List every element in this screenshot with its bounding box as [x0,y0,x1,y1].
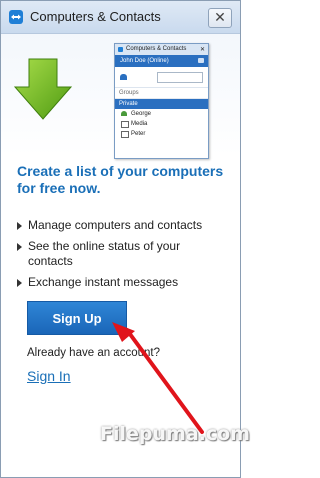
feature-text: Manage computers and contacts [28,218,203,232]
contacts-list-preview: Computers & Contacts ✕ John Doe (Online)… [114,43,209,159]
bullet-arrow-icon [17,222,22,230]
close-button[interactable]: ✕ [208,8,232,28]
preview-title: Computers & Contacts [126,46,187,52]
feature-text: Exchange instant messages [28,275,179,289]
preview-close-icon: ✕ [199,47,205,53]
preview-add-contact-icon [120,74,127,80]
preview-chat-icon [198,58,204,63]
teamviewer-icon [9,10,23,24]
preview-item-label: George [131,111,152,117]
preview-group-header: Groups [115,88,208,99]
feature-list: Manage computers and contacts See the on… [17,218,227,296]
watermark: Filepuma.com [100,423,250,445]
bullet-arrow-icon [17,279,22,287]
window-title: Computers & Contacts [30,9,161,24]
preview-user-bar: John Doe (Online) [115,55,208,67]
preview-search-field [157,72,203,83]
feature-item: Exchange instant messages [17,275,227,290]
contact-icon [121,111,127,116]
preview-item-label: Peter [131,131,146,137]
feature-text: See the online status of your contacts [28,239,181,268]
preview-toolbar [115,67,208,88]
account-prompt: Already have an account? [27,347,160,359]
preview-app-icon [118,47,123,52]
preview-group-selected: Private [115,99,208,109]
sign-in-link[interactable]: Sign In [27,368,71,384]
feature-item: See the online status of your contacts [17,239,227,269]
preview-list-item: Media [115,119,208,129]
bullet-arrow-icon [17,243,22,251]
title-bar[interactable]: Computers & Contacts ✕ [1,1,240,34]
preview-item-label: Media [131,121,148,127]
computer-icon [121,121,129,128]
preview-list-item: Peter [115,129,208,139]
computer-icon [121,131,129,138]
preview-title-bar: Computers & Contacts ✕ [115,44,208,55]
promo-headline: Create a list of your computers for free… [17,163,224,196]
computers-contacts-window: Computers & Contacts ✕ Computers & Conta… [0,0,241,478]
sign-up-button[interactable]: Sign Up [27,301,127,335]
feature-item: Manage computers and contacts [17,218,227,233]
down-arrow-icon [13,58,73,120]
preview-user-status: John Doe (Online) [120,58,169,64]
preview-list-item: George [115,109,208,119]
